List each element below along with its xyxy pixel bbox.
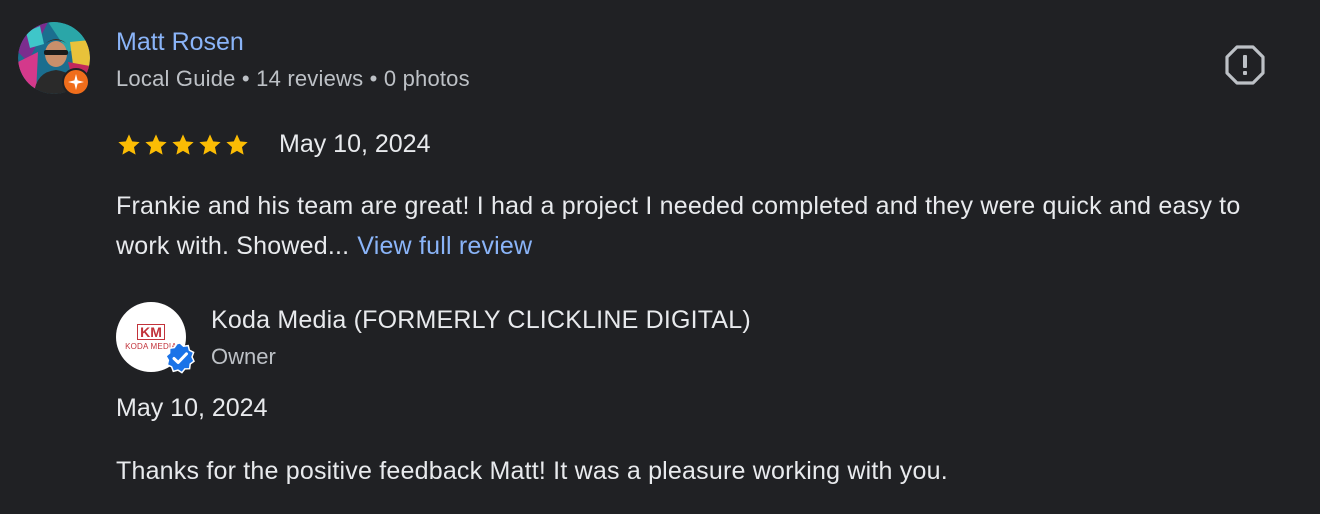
star-icon bbox=[226, 134, 248, 155]
owner-role: Owner bbox=[211, 344, 276, 369]
verified-check-icon bbox=[165, 342, 195, 374]
owner-avatar[interactable]: KM KODA MEDIA bbox=[116, 302, 195, 374]
reviewer-meta: Local Guide • 14 reviews • 0 photos bbox=[116, 66, 470, 91]
star-icon bbox=[118, 134, 140, 155]
local-guide-star-icon bbox=[62, 68, 90, 96]
review-body: Frankie and his team are great! I had a … bbox=[116, 192, 1241, 260]
star-icon bbox=[172, 134, 194, 155]
star-rating bbox=[116, 132, 250, 160]
reviewer-name[interactable]: Matt Rosen bbox=[116, 28, 244, 57]
review-text: Frankie and his team are great! I had a … bbox=[116, 186, 1296, 266]
response-text: Thanks for the positive feedback Matt! I… bbox=[116, 457, 948, 485]
report-flag-icon[interactable] bbox=[1224, 44, 1266, 86]
star-icon bbox=[145, 134, 167, 155]
reviewer-avatar[interactable] bbox=[18, 22, 90, 96]
owner-name: Koda Media (FORMERLY CLICKLINE DIGITAL) bbox=[211, 306, 751, 334]
view-full-review-link[interactable]: View full review bbox=[357, 232, 532, 260]
owner-logo-mark: KM bbox=[137, 323, 165, 340]
review-card: Matt Rosen Local Guide • 14 reviews • 0 … bbox=[0, 0, 1320, 514]
review-date: May 10, 2024 bbox=[279, 130, 431, 158]
response-date: May 10, 2024 bbox=[116, 394, 268, 422]
star-icon bbox=[199, 134, 221, 155]
